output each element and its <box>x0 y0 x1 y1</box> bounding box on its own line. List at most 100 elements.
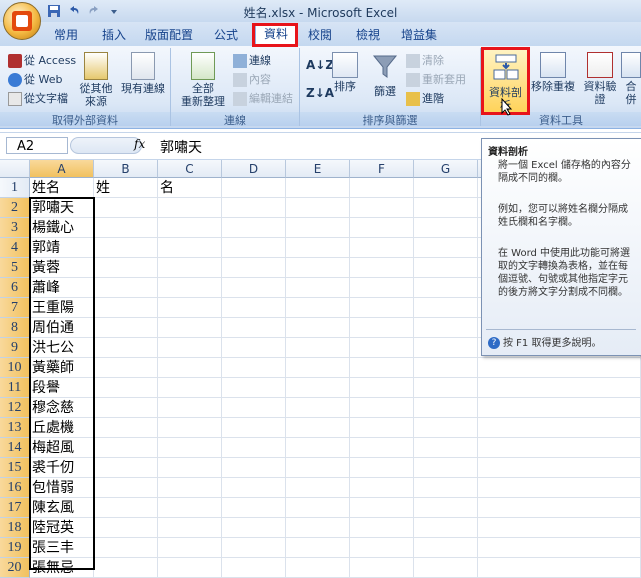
row-header[interactable]: 1 <box>0 178 30 198</box>
cell[interactable] <box>222 438 286 458</box>
row-header[interactable]: 17 <box>0 498 30 518</box>
cell[interactable] <box>94 458 158 478</box>
cell[interactable] <box>222 478 286 498</box>
cell[interactable]: 丘處機 <box>30 418 94 438</box>
cell[interactable]: 張三丰 <box>30 538 94 558</box>
cell[interactable] <box>158 398 222 418</box>
cell[interactable]: 郭嘯天 <box>30 198 94 218</box>
cell[interactable] <box>286 318 350 338</box>
cell[interactable]: 楊鐵心 <box>30 218 94 238</box>
cell[interactable]: 張無忌 <box>30 558 94 578</box>
cell[interactable] <box>94 278 158 298</box>
cell[interactable]: 段譽 <box>30 378 94 398</box>
cell[interactable] <box>478 418 641 438</box>
cell[interactable] <box>158 558 222 578</box>
insert-function-icon[interactable]: fx <box>134 137 145 151</box>
cell[interactable] <box>350 198 414 218</box>
column-header-b[interactable]: B <box>94 160 158 178</box>
row-header[interactable]: 14 <box>0 438 30 458</box>
cell[interactable]: 梅超風 <box>30 438 94 458</box>
cell[interactable] <box>158 518 222 538</box>
tab-view[interactable]: 檢視 <box>348 26 388 44</box>
cell[interactable] <box>414 438 478 458</box>
cell[interactable] <box>286 478 350 498</box>
cell[interactable] <box>286 338 350 358</box>
cell[interactable]: 黃藥師 <box>30 358 94 378</box>
tab-page-layout[interactable]: 版面配置 <box>140 26 198 44</box>
cell[interactable] <box>222 318 286 338</box>
cell[interactable]: 姓 <box>94 178 158 198</box>
cell[interactable] <box>350 298 414 318</box>
cell[interactable] <box>350 258 414 278</box>
cell[interactable] <box>478 358 641 378</box>
cell[interactable] <box>286 418 350 438</box>
tab-add-ins[interactable]: 增益集 <box>394 26 444 44</box>
row-header[interactable]: 11 <box>0 378 30 398</box>
row-header[interactable]: 7 <box>0 298 30 318</box>
cell[interactable] <box>350 498 414 518</box>
cell[interactable] <box>350 178 414 198</box>
cell[interactable] <box>94 238 158 258</box>
cell[interactable] <box>350 338 414 358</box>
cell[interactable] <box>158 538 222 558</box>
cell[interactable]: 王重陽 <box>30 298 94 318</box>
cell[interactable] <box>286 558 350 578</box>
cell[interactable] <box>222 298 286 318</box>
existing-connections-button[interactable]: 現有連線 <box>118 52 168 95</box>
cell[interactable]: 周伯通 <box>30 318 94 338</box>
cell[interactable] <box>94 498 158 518</box>
cell[interactable] <box>222 238 286 258</box>
cell[interactable] <box>286 458 350 478</box>
cell[interactable]: 陸冠英 <box>30 518 94 538</box>
cell[interactable] <box>222 278 286 298</box>
cell[interactable] <box>222 418 286 438</box>
cell[interactable] <box>350 418 414 438</box>
cell[interactable] <box>350 538 414 558</box>
cell[interactable] <box>414 278 478 298</box>
tab-review[interactable]: 校閱 <box>300 26 340 44</box>
cell[interactable] <box>286 238 350 258</box>
office-button[interactable] <box>3 2 41 40</box>
row-header[interactable]: 12 <box>0 398 30 418</box>
tab-insert[interactable]: 插入 <box>94 26 134 44</box>
cell[interactable] <box>94 338 158 358</box>
undo-icon[interactable] <box>66 3 82 19</box>
tab-formulas[interactable]: 公式 <box>206 26 246 44</box>
cell[interactable]: 姓名 <box>30 178 94 198</box>
cell[interactable] <box>478 378 641 398</box>
row-header[interactable]: 6 <box>0 278 30 298</box>
cell[interactable] <box>414 198 478 218</box>
cell[interactable] <box>414 458 478 478</box>
cell[interactable]: 名 <box>158 178 222 198</box>
cell[interactable] <box>222 198 286 218</box>
cell[interactable] <box>286 298 350 318</box>
cell[interactable] <box>158 258 222 278</box>
cell[interactable] <box>350 478 414 498</box>
cell[interactable] <box>158 478 222 498</box>
cell[interactable] <box>286 278 350 298</box>
cell[interactable]: 裘千仞 <box>30 458 94 478</box>
cell[interactable] <box>414 478 478 498</box>
row-header[interactable]: 20 <box>0 558 30 578</box>
cell[interactable] <box>286 378 350 398</box>
customize-toolbar-icon[interactable] <box>106 3 122 19</box>
row-header[interactable]: 15 <box>0 458 30 478</box>
cell[interactable] <box>286 518 350 538</box>
from-text-button[interactable]: 從文字檔 <box>8 90 68 106</box>
cell[interactable] <box>222 258 286 278</box>
cell[interactable] <box>478 558 641 578</box>
cell[interactable] <box>286 178 350 198</box>
cell[interactable] <box>94 378 158 398</box>
cell[interactable] <box>222 518 286 538</box>
cell[interactable] <box>350 398 414 418</box>
cell[interactable] <box>158 498 222 518</box>
cell[interactable] <box>158 418 222 438</box>
cell[interactable] <box>350 458 414 478</box>
column-header-g[interactable]: G <box>414 160 478 178</box>
cell[interactable] <box>286 258 350 278</box>
cell[interactable] <box>158 358 222 378</box>
cell[interactable] <box>222 458 286 478</box>
cell[interactable] <box>350 438 414 458</box>
save-icon[interactable] <box>46 3 62 19</box>
cell[interactable] <box>414 258 478 278</box>
